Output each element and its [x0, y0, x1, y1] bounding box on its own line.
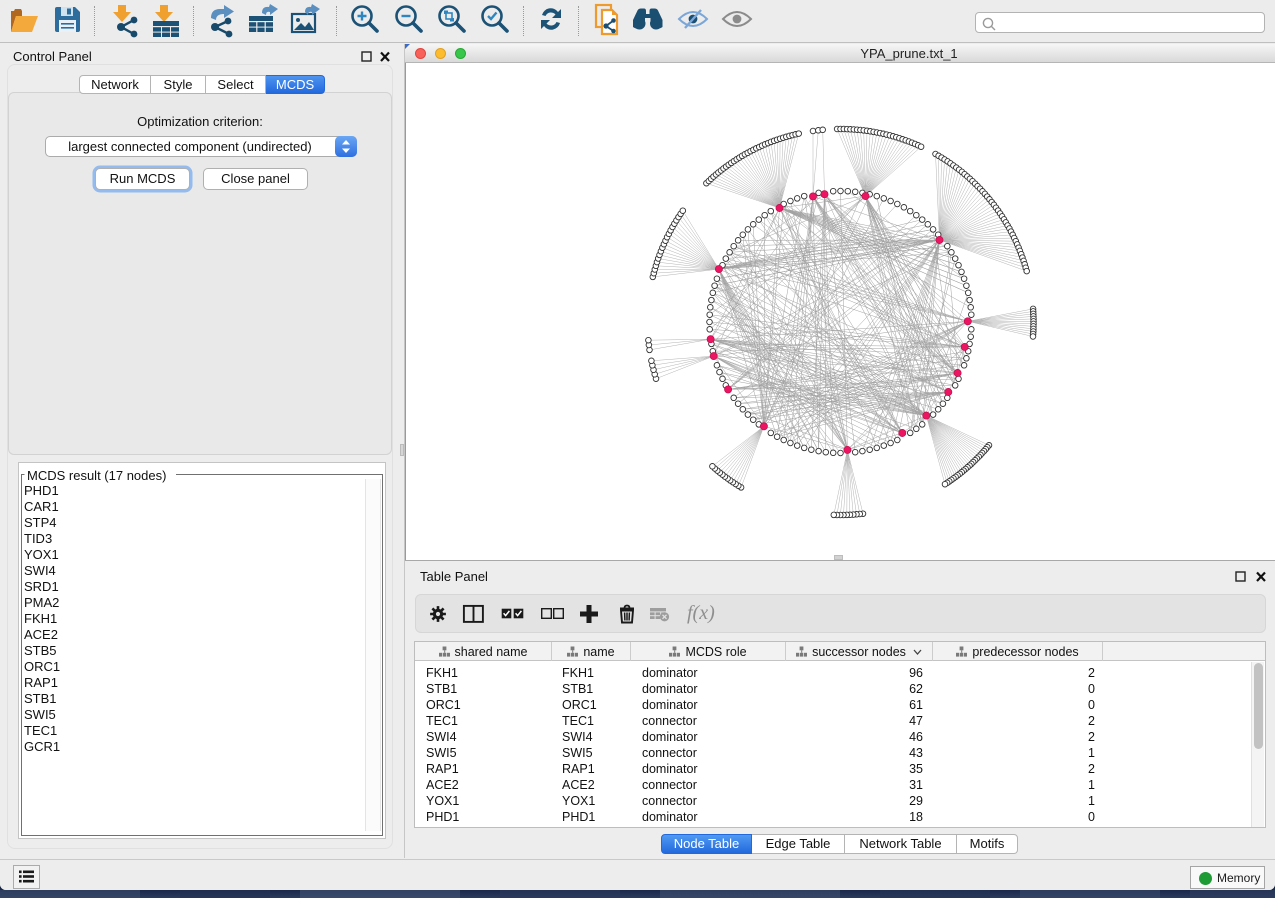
svg-text:f(x): f(x): [687, 602, 715, 624]
